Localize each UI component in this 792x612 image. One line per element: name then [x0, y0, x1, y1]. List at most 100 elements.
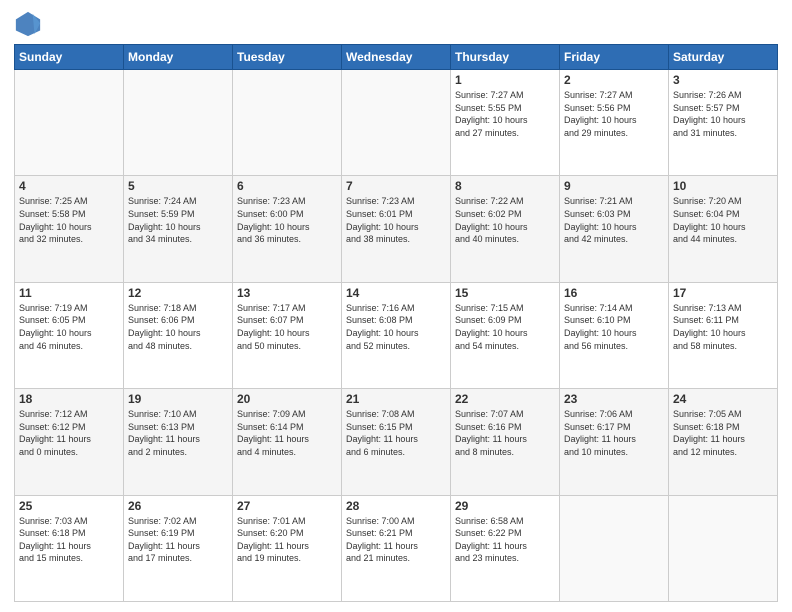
day-content: Sunrise: 7:14 AM Sunset: 6:10 PM Dayligh…: [564, 302, 664, 352]
day-content: Sunrise: 7:27 AM Sunset: 5:56 PM Dayligh…: [564, 89, 664, 139]
day-number: 25: [19, 499, 119, 513]
day-number: 27: [237, 499, 337, 513]
day-cell: 2 Sunrise: 7:27 AM Sunset: 5:56 PM Daylig…: [560, 70, 669, 176]
day-cell: 5 Sunrise: 7:24 AM Sunset: 5:59 PM Daylig…: [124, 176, 233, 282]
day-content: Sunrise: 7:16 AM Sunset: 6:08 PM Dayligh…: [346, 302, 446, 352]
day-cell: 11 Sunrise: 7:19 AM Sunset: 6:05 PM Dayli…: [15, 282, 124, 388]
day-content: Sunrise: 7:22 AM Sunset: 6:02 PM Dayligh…: [455, 195, 555, 245]
day-content: Sunrise: 7:13 AM Sunset: 6:11 PM Dayligh…: [673, 302, 773, 352]
week-row-1: 1 Sunrise: 7:27 AM Sunset: 5:55 PM Daylig…: [15, 70, 778, 176]
day-cell: 25 Sunrise: 7:03 AM Sunset: 6:18 PM Dayli…: [15, 495, 124, 601]
day-content: Sunrise: 7:24 AM Sunset: 5:59 PM Dayligh…: [128, 195, 228, 245]
day-number: 23: [564, 392, 664, 406]
day-number: 11: [19, 286, 119, 300]
day-cell: [233, 70, 342, 176]
day-content: Sunrise: 7:26 AM Sunset: 5:57 PM Dayligh…: [673, 89, 773, 139]
day-content: Sunrise: 7:01 AM Sunset: 6:20 PM Dayligh…: [237, 515, 337, 565]
day-number: 24: [673, 392, 773, 406]
weekday-header-wednesday: Wednesday: [342, 45, 451, 70]
day-content: Sunrise: 7:27 AM Sunset: 5:55 PM Dayligh…: [455, 89, 555, 139]
day-number: 1: [455, 73, 555, 87]
logo-icon: [14, 10, 42, 38]
day-content: Sunrise: 7:20 AM Sunset: 6:04 PM Dayligh…: [673, 195, 773, 245]
weekday-header-sunday: Sunday: [15, 45, 124, 70]
day-content: Sunrise: 7:17 AM Sunset: 6:07 PM Dayligh…: [237, 302, 337, 352]
day-cell: [669, 495, 778, 601]
day-content: Sunrise: 7:08 AM Sunset: 6:15 PM Dayligh…: [346, 408, 446, 458]
day-cell: 3 Sunrise: 7:26 AM Sunset: 5:57 PM Daylig…: [669, 70, 778, 176]
day-content: Sunrise: 7:23 AM Sunset: 6:00 PM Dayligh…: [237, 195, 337, 245]
week-row-2: 4 Sunrise: 7:25 AM Sunset: 5:58 PM Daylig…: [15, 176, 778, 282]
calendar-table: SundayMondayTuesdayWednesdayThursdayFrid…: [14, 44, 778, 602]
week-row-3: 11 Sunrise: 7:19 AM Sunset: 6:05 PM Dayli…: [15, 282, 778, 388]
logo: [14, 10, 46, 38]
day-number: 20: [237, 392, 337, 406]
day-content: Sunrise: 7:03 AM Sunset: 6:18 PM Dayligh…: [19, 515, 119, 565]
day-content: Sunrise: 7:23 AM Sunset: 6:01 PM Dayligh…: [346, 195, 446, 245]
day-number: 12: [128, 286, 228, 300]
day-cell: 1 Sunrise: 7:27 AM Sunset: 5:55 PM Daylig…: [451, 70, 560, 176]
day-cell: 22 Sunrise: 7:07 AM Sunset: 6:16 PM Dayli…: [451, 389, 560, 495]
day-cell: 10 Sunrise: 7:20 AM Sunset: 6:04 PM Dayli…: [669, 176, 778, 282]
day-cell: 6 Sunrise: 7:23 AM Sunset: 6:00 PM Daylig…: [233, 176, 342, 282]
day-number: 22: [455, 392, 555, 406]
day-number: 16: [564, 286, 664, 300]
day-number: 21: [346, 392, 446, 406]
day-cell: 21 Sunrise: 7:08 AM Sunset: 6:15 PM Dayli…: [342, 389, 451, 495]
day-content: Sunrise: 7:09 AM Sunset: 6:14 PM Dayligh…: [237, 408, 337, 458]
day-cell: [342, 70, 451, 176]
day-number: 9: [564, 179, 664, 193]
day-cell: [560, 495, 669, 601]
day-number: 14: [346, 286, 446, 300]
day-cell: 4 Sunrise: 7:25 AM Sunset: 5:58 PM Daylig…: [15, 176, 124, 282]
day-number: 19: [128, 392, 228, 406]
day-cell: [124, 70, 233, 176]
day-number: 10: [673, 179, 773, 193]
day-number: 4: [19, 179, 119, 193]
day-content: Sunrise: 7:21 AM Sunset: 6:03 PM Dayligh…: [564, 195, 664, 245]
day-number: 8: [455, 179, 555, 193]
page: SundayMondayTuesdayWednesdayThursdayFrid…: [0, 0, 792, 612]
week-row-5: 25 Sunrise: 7:03 AM Sunset: 6:18 PM Dayli…: [15, 495, 778, 601]
day-content: Sunrise: 7:25 AM Sunset: 5:58 PM Dayligh…: [19, 195, 119, 245]
weekday-header-tuesday: Tuesday: [233, 45, 342, 70]
day-cell: 29 Sunrise: 6:58 AM Sunset: 6:22 PM Dayli…: [451, 495, 560, 601]
day-cell: 26 Sunrise: 7:02 AM Sunset: 6:19 PM Dayli…: [124, 495, 233, 601]
day-cell: 12Sunrise: 7:18 AM Sunset: 6:06 PM Dayli…: [124, 282, 233, 388]
day-content: Sunrise: 7:05 AM Sunset: 6:18 PM Dayligh…: [673, 408, 773, 458]
day-number: 17: [673, 286, 773, 300]
day-cell: 19Sunrise: 7:10 AM Sunset: 6:13 PM Dayli…: [124, 389, 233, 495]
day-content: Sunrise: 7:15 AM Sunset: 6:09 PM Dayligh…: [455, 302, 555, 352]
day-number: 2: [564, 73, 664, 87]
day-cell: 16 Sunrise: 7:14 AM Sunset: 6:10 PM Dayli…: [560, 282, 669, 388]
day-cell: 27 Sunrise: 7:01 AM Sunset: 6:20 PM Dayli…: [233, 495, 342, 601]
weekday-header-row: SundayMondayTuesdayWednesdayThursdayFrid…: [15, 45, 778, 70]
weekday-header-friday: Friday: [560, 45, 669, 70]
day-number: 29: [455, 499, 555, 513]
day-cell: [15, 70, 124, 176]
day-cell: 14 Sunrise: 7:16 AM Sunset: 6:08 PM Dayli…: [342, 282, 451, 388]
day-content: Sunrise: 7:19 AM Sunset: 6:05 PM Dayligh…: [19, 302, 119, 352]
day-cell: 8 Sunrise: 7:22 AM Sunset: 6:02 PM Daylig…: [451, 176, 560, 282]
day-number: 5: [128, 179, 228, 193]
header: [14, 10, 778, 38]
day-content: Sunrise: 6:58 AM Sunset: 6:22 PM Dayligh…: [455, 515, 555, 565]
day-cell: 15 Sunrise: 7:15 AM Sunset: 6:09 PM Dayli…: [451, 282, 560, 388]
day-number: 6: [237, 179, 337, 193]
day-number: 15: [455, 286, 555, 300]
day-number: 26: [128, 499, 228, 513]
weekday-header-monday: Monday: [124, 45, 233, 70]
day-content: Sunrise: 7:06 AM Sunset: 6:17 PM Dayligh…: [564, 408, 664, 458]
day-number: 3: [673, 73, 773, 87]
day-content: Sunrise: 7:00 AM Sunset: 6:21 PM Dayligh…: [346, 515, 446, 565]
day-number: 28: [346, 499, 446, 513]
day-cell: 23 Sunrise: 7:06 AM Sunset: 6:17 PM Dayli…: [560, 389, 669, 495]
day-content: Sunrise: 7:07 AM Sunset: 6:16 PM Dayligh…: [455, 408, 555, 458]
day-cell: 24 Sunrise: 7:05 AM Sunset: 6:18 PM Dayli…: [669, 389, 778, 495]
day-cell: 28 Sunrise: 7:00 AM Sunset: 6:21 PM Dayli…: [342, 495, 451, 601]
day-content: Sunrise: 7:12 AM Sunset: 6:12 PM Dayligh…: [19, 408, 119, 458]
day-cell: 9 Sunrise: 7:21 AM Sunset: 6:03 PM Daylig…: [560, 176, 669, 282]
week-row-4: 18Sunrise: 7:12 AM Sunset: 6:12 PM Dayli…: [15, 389, 778, 495]
day-content: Sunrise: 7:02 AM Sunset: 6:19 PM Dayligh…: [128, 515, 228, 565]
day-cell: 18Sunrise: 7:12 AM Sunset: 6:12 PM Dayli…: [15, 389, 124, 495]
